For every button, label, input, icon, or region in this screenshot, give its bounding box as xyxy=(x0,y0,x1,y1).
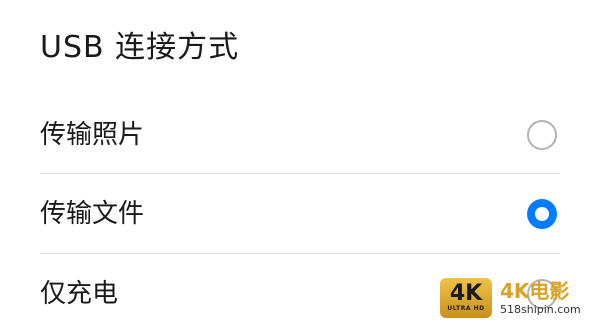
divider xyxy=(40,253,560,254)
watermark-logo: 4K ULTRA HD 4K电影 518shipin.com xyxy=(440,273,600,323)
dialog-title: USB 连接方式 xyxy=(40,30,240,65)
divider xyxy=(40,173,560,174)
option-label: 传输文件 xyxy=(40,199,145,229)
watermark-brand: 4K电影 xyxy=(500,279,570,303)
badge-text: 4K xyxy=(449,281,483,306)
4k-badge-icon: 4K ULTRA HD xyxy=(440,278,492,318)
radio-selected-icon[interactable] xyxy=(527,199,557,229)
option-label: 仅充电 xyxy=(40,279,119,309)
watermark-text: 4K电影 518shipin.com xyxy=(500,279,581,317)
option-label: 传输照片 xyxy=(40,120,145,150)
badge-subtext: ULTRA HD xyxy=(447,305,485,312)
option-transfer-files[interactable]: 传输文件 xyxy=(40,175,560,253)
radio-dot xyxy=(535,207,549,221)
usb-connection-dialog: USB 连接方式 传输照片 传输文件 仅充电 4K ULTRA HD 4K电影 … xyxy=(0,0,600,323)
option-transfer-photos[interactable]: 传输照片 xyxy=(40,96,560,174)
watermark-site: 518shipin.com xyxy=(500,303,581,316)
radio-unselected-icon[interactable] xyxy=(527,120,557,150)
